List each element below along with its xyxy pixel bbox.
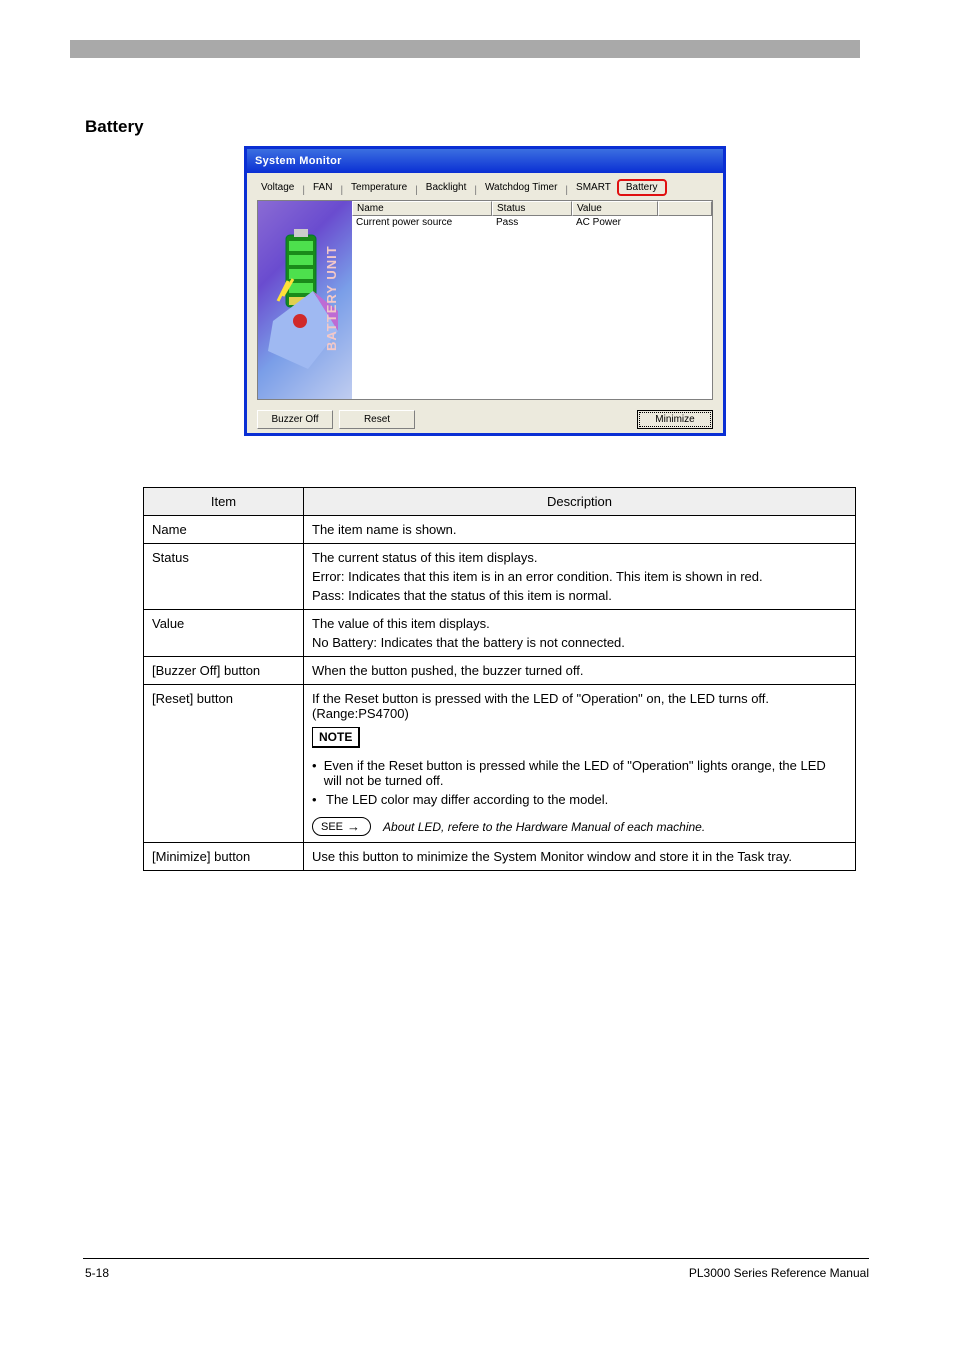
desc-line: Error: Indicates that this item is in an… — [312, 569, 847, 584]
cell-item: Name — [144, 516, 304, 544]
tab-backlight[interactable]: Backlight — [420, 179, 473, 196]
window-title: System Monitor — [255, 155, 342, 167]
minimize-button[interactable]: Minimize — [637, 410, 713, 429]
bullet-text: The LED color may differ according to th… — [326, 792, 608, 807]
cell-desc: Use this button to minimize the System M… — [304, 843, 856, 871]
footer-rule — [83, 1258, 869, 1259]
col-status[interactable]: Status — [492, 201, 572, 216]
th-item: Item — [144, 488, 304, 516]
cell-item: Value — [144, 610, 304, 657]
cell-item: Status — [144, 544, 304, 610]
desc-line: (Range:PS4700) — [312, 706, 847, 721]
col-value[interactable]: Value — [572, 201, 658, 216]
table-row: [Buzzer Off] button When the button push… — [144, 657, 856, 685]
list-row[interactable]: Current power source Pass AC Power — [352, 216, 712, 229]
desc-line: If the Reset button is pressed with the … — [312, 691, 847, 706]
system-monitor-window: System Monitor Voltage| FAN| Temperature… — [244, 146, 726, 436]
see-text: About LED, refere to the Hardware Manual… — [383, 820, 705, 834]
cell-desc: The value of this item displays. No Batt… — [304, 610, 856, 657]
desc-line: Pass: Indicates that the status of this … — [312, 588, 847, 603]
arrow-right-icon: → — [347, 819, 360, 834]
titlebar[interactable]: System Monitor — [247, 149, 723, 173]
tab-temperature[interactable]: Temperature — [345, 179, 413, 196]
bullet-text: Even if the Reset button is pressed whil… — [324, 758, 847, 788]
tab-battery[interactable]: Battery — [617, 179, 667, 196]
table-row: [Minimize] button Use this button to min… — [144, 843, 856, 871]
table-row: [Reset] button If the Reset button is pr… — [144, 685, 856, 843]
desc-line: The value of this item displays. — [312, 616, 847, 631]
tab-voltage[interactable]: Voltage — [255, 179, 300, 196]
table-row: Status The current status of this item d… — [144, 544, 856, 610]
reset-button[interactable]: Reset — [339, 410, 415, 429]
col-name[interactable]: Name — [352, 201, 492, 216]
list-header: Name Status Value — [352, 201, 712, 216]
see-label: SEE — [321, 821, 343, 833]
table-row: Value The value of this item displays. N… — [144, 610, 856, 657]
desc-line: No Battery: Indicates that the battery i… — [312, 635, 847, 650]
note-bullet: • The LED color may differ according to … — [312, 792, 847, 807]
table-header-row: Item Description — [144, 488, 856, 516]
footer-doc-title: PL3000 Series Reference Manual — [689, 1266, 869, 1280]
cell-desc: The item name is shown. — [304, 516, 856, 544]
list-view: Name Status Value Current power source P… — [352, 201, 712, 399]
battery-illustration: BATTERY UNIT — [258, 201, 352, 399]
cell-item: [Minimize] button — [144, 843, 304, 871]
header-right-text: 5 Setting up software — [662, 83, 765, 95]
table-row: Name The item name is shown. — [144, 516, 856, 544]
cell-desc: When the button pushed, the buzzer turne… — [304, 657, 856, 685]
cell-name: Current power source — [352, 216, 492, 229]
cell-status: Pass — [492, 216, 572, 229]
col-end — [658, 201, 712, 216]
button-row: Buzzer Off Reset Minimize — [247, 400, 723, 429]
description-table: Item Description Name The item name is s… — [143, 487, 856, 871]
tab-watchdog[interactable]: Watchdog Timer — [479, 179, 563, 196]
section-title: Battery — [85, 117, 144, 137]
header-stripe: 5 Setting up software — [70, 40, 860, 58]
cell-value: AC Power — [572, 216, 658, 229]
th-desc: Description — [304, 488, 856, 516]
tab-smart[interactable]: SMART — [570, 179, 617, 196]
note-badge: NOTE — [312, 727, 360, 748]
cell-desc: The current status of this item displays… — [304, 544, 856, 610]
note-bullet: • Even if the Reset button is pressed wh… — [312, 758, 847, 788]
svg-text:BATTERY UNIT: BATTERY UNIT — [324, 245, 339, 351]
tab-pane: BATTERY UNIT Name Status Value Current p… — [257, 200, 713, 400]
desc-line: The current status of this item displays… — [312, 550, 847, 565]
footer-page: 5-18 — [85, 1266, 109, 1280]
tab-fan[interactable]: FAN — [307, 179, 338, 196]
see-badge: SEE → — [312, 817, 371, 836]
cell-desc: If the Reset button is pressed with the … — [304, 685, 856, 843]
buzzer-off-button[interactable]: Buzzer Off — [257, 410, 333, 429]
tab-strip: Voltage| FAN| Temperature| Backlight| Wa… — [247, 173, 723, 196]
cell-item: [Buzzer Off] button — [144, 657, 304, 685]
cell-item: [Reset] button — [144, 685, 304, 843]
